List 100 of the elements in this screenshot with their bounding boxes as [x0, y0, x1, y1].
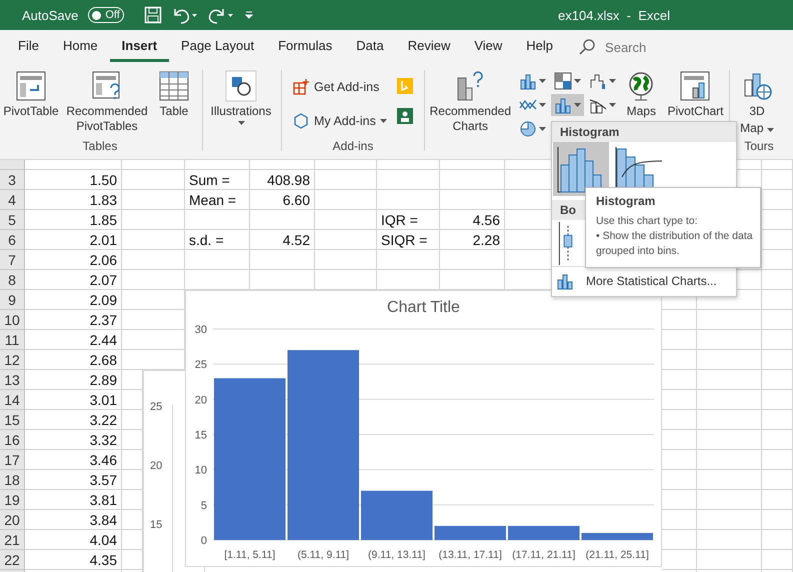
sheet-cell[interactable]	[377, 170, 440, 190]
sheet-cell[interactable]	[697, 370, 762, 390]
bing-icon[interactable]	[396, 78, 413, 94]
sheet-cell[interactable]	[315, 160, 377, 170]
undo-icon[interactable]	[172, 6, 198, 24]
sheet-cell[interactable]	[697, 510, 762, 530]
sheet-cell[interactable]	[697, 310, 762, 330]
recommended-charts-button[interactable]: Recommended Charts	[427, 68, 514, 136]
sheet-cell[interactable]	[762, 250, 793, 270]
sheet-cell[interactable]: 2.89	[25, 370, 122, 390]
sheet-cell[interactable]	[122, 270, 185, 290]
sheet-cell[interactable]: 2.06	[25, 250, 122, 270]
sheet-cell[interactable]: 3.01	[25, 390, 122, 410]
table-button[interactable]: Table	[152, 68, 196, 121]
sheet-cell[interactable]: 3.57	[25, 470, 122, 490]
sheet-cell[interactable]	[762, 450, 793, 470]
sheet-cell[interactable]: Sum =	[185, 170, 250, 190]
sheet-cell[interactable]	[122, 160, 185, 170]
sheet-cell[interactable]	[440, 250, 505, 270]
ribbon-tab[interactable]: File	[6, 32, 51, 62]
pivot-table-button[interactable]: PivotTable	[0, 68, 62, 121]
sheet-cell[interactable]: 3.46	[25, 450, 122, 470]
sheet-cell[interactable]: IQR =	[377, 210, 440, 230]
sheet-cell[interactable]	[697, 350, 762, 370]
sheet-cell[interactable]: 1.83	[25, 190, 122, 210]
sheet-cell[interactable]	[377, 250, 440, 270]
sheet-cell[interactable]	[25, 160, 122, 170]
sheet-cell[interactable]	[762, 170, 793, 190]
ribbon-tab[interactable]: Home	[50, 32, 110, 62]
sheet-cell[interactable]	[762, 530, 793, 550]
sheet-cell[interactable]	[762, 190, 793, 210]
sheet-cell[interactable]: SIQR =	[377, 230, 440, 250]
sheet-cell[interactable]	[440, 190, 505, 210]
save-icon[interactable]	[144, 6, 162, 24]
recommended-pivot-tables-button[interactable]: Recommended PivotTables	[64, 68, 150, 136]
sheet-cell[interactable]	[762, 410, 793, 430]
sheet-cell[interactable]	[762, 490, 793, 510]
sheet-cell[interactable]	[762, 470, 793, 490]
sheet-cell[interactable]: 3.81	[25, 490, 122, 510]
sheet-cell[interactable]	[697, 450, 762, 470]
sheet-cell[interactable]: 2.09	[25, 290, 122, 310]
sheet-cell[interactable]	[697, 390, 762, 410]
sheet-cell[interactable]	[762, 390, 793, 410]
sheet-cell[interactable]	[185, 160, 250, 170]
sheet-cell[interactable]	[315, 250, 377, 270]
redo-icon[interactable]	[208, 6, 234, 24]
sheet-cell[interactable]	[315, 190, 377, 210]
sheet-cell[interactable]: 1.85	[25, 210, 122, 230]
sheet-cell[interactable]	[762, 370, 793, 390]
sheet-cell[interactable]	[762, 210, 793, 230]
ribbon-tab[interactable]: Formulas	[266, 32, 344, 62]
sheet-cell[interactable]	[315, 230, 377, 250]
sheet-cell[interactable]: 408.98	[250, 170, 315, 190]
sheet-cell[interactable]: 4.35	[25, 550, 122, 570]
sheet-cell[interactable]	[697, 490, 762, 510]
maps-button[interactable]: Maps	[620, 68, 662, 121]
ribbon-tab[interactable]: Review	[396, 32, 462, 62]
sheet-cell[interactable]	[377, 160, 440, 170]
sheet-cell[interactable]	[122, 190, 185, 210]
sheet-cell[interactable]: 4.56	[440, 210, 505, 230]
sheet-cell[interactable]: 2.01	[25, 230, 122, 250]
get-add-ins-button[interactable]: Get Add-ins	[288, 76, 391, 98]
customize-icon[interactable]	[244, 10, 254, 20]
sheet-cell[interactable]	[697, 330, 762, 350]
sheet-cell[interactable]	[122, 170, 185, 190]
sheet-cell[interactable]	[762, 430, 793, 450]
sheet-cell[interactable]: 2.07	[25, 270, 122, 290]
ribbon-tab[interactable]: Page Layout	[169, 32, 266, 62]
sheet-cell[interactable]: Mean =	[185, 190, 250, 210]
sheet-cell[interactable]	[762, 310, 793, 330]
sheet-cell[interactable]	[697, 410, 762, 430]
sheet-cell[interactable]	[250, 250, 315, 270]
illustrations-button[interactable]: Illustrations	[205, 68, 277, 127]
sheet-cell[interactable]	[762, 350, 793, 370]
sheet-cell[interactable]	[697, 470, 762, 490]
sheet-cell[interactable]	[440, 160, 505, 170]
sheet-cell[interactable]	[122, 250, 185, 270]
sheet-cell[interactable]	[762, 330, 793, 350]
sheet-cell[interactable]	[762, 270, 793, 290]
sheet-cell[interactable]	[122, 230, 185, 250]
sheet-cell[interactable]	[250, 160, 315, 170]
search-field[interactable]: Search	[603, 38, 678, 56]
ribbon-tab[interactable]: Data	[344, 32, 396, 62]
sheet-cell[interactable]: 1.50	[25, 170, 122, 190]
sheet-cell[interactable]	[185, 210, 250, 230]
sheet-cell[interactable]	[762, 550, 793, 570]
sheet-cell[interactable]	[697, 550, 762, 570]
sheet-cell[interactable]	[250, 210, 315, 230]
sheet-cell[interactable]	[315, 210, 377, 230]
people-graph-icon[interactable]	[396, 108, 413, 124]
sheet-cell[interactable]: 2.44	[25, 330, 122, 350]
sheet-cell[interactable]	[315, 170, 377, 190]
sheet-cell[interactable]	[762, 510, 793, 530]
sheet-cell[interactable]	[377, 190, 440, 210]
autosave-toggle[interactable]: Off	[88, 7, 124, 23]
sheet-cell[interactable]: 4.04	[25, 530, 122, 550]
sheet-cell[interactable]	[762, 230, 793, 250]
sheet-cell[interactable]: 4.52	[250, 230, 315, 250]
sheet-cell[interactable]	[185, 250, 250, 270]
sheet-cell[interactable]	[762, 290, 793, 310]
